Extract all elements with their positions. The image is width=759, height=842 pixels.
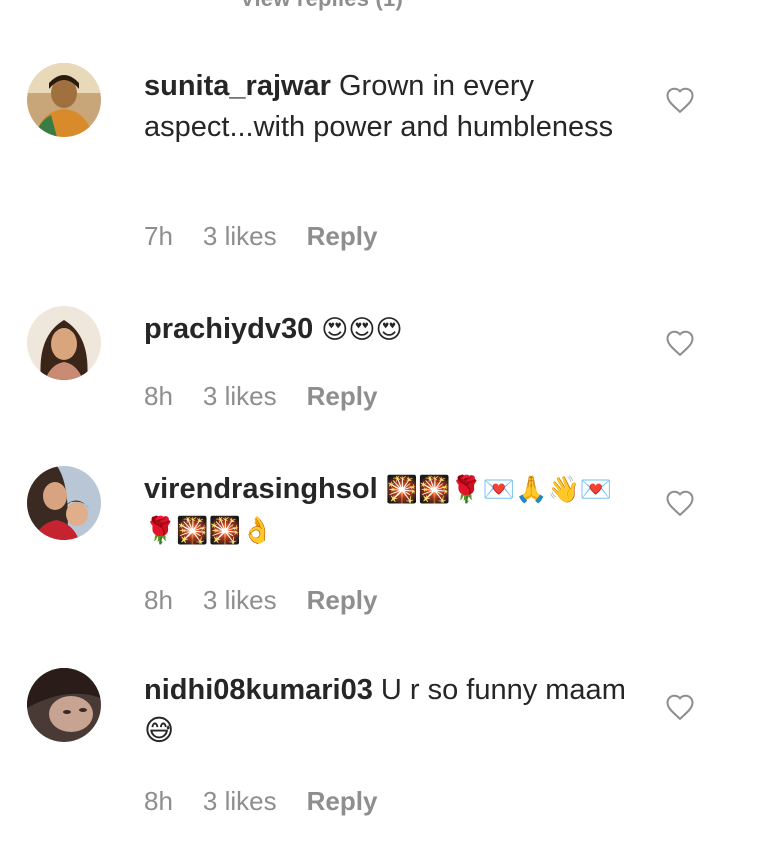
comment-time[interactable]: 7h [144,221,173,251]
comment-likes[interactable]: 3 likes [203,585,277,615]
comment-likes[interactable]: 3 likes [203,221,277,251]
comment-text: nidhi08kumari03 U r so funny maam😅 [144,670,644,752]
comment-text: prachiydv30 😍😍😍 [144,309,644,350]
reply-button[interactable]: Reply [307,786,378,816]
comment-likes[interactable]: 3 likes [203,381,277,411]
comment-username[interactable]: sunita_rajwar [144,70,331,102]
avatar[interactable] [27,306,101,380]
reply-button[interactable]: Reply [307,585,378,615]
avatar[interactable] [27,668,101,742]
comment-meta: 8h 3 likes Reply [144,585,407,616]
avatar[interactable] [27,466,101,540]
heart-icon[interactable] [665,489,695,517]
avatar[interactable] [27,63,101,137]
comment-likes[interactable]: 3 likes [203,786,277,816]
comment-text: virendrasinghsol 🎇🎇🌹💌🙏👋💌🌹🎇🎇👌 [144,469,644,551]
comment-username[interactable]: prachiydv30 [144,313,313,345]
heart-icon[interactable] [665,86,695,114]
comment-body: 😍😍😍 [321,314,403,344]
reply-button[interactable]: Reply [307,381,378,411]
comment-username[interactable]: virendrasinghsol [144,473,378,505]
heart-icon[interactable] [665,329,695,357]
comment-time[interactable]: 8h [144,585,173,615]
comment-meta: 8h 3 likes Reply [144,786,407,817]
comment-username[interactable]: nidhi08kumari03 [144,674,373,706]
comment-time[interactable]: 8h [144,786,173,816]
view-replies-link[interactable]: View replies (1) [240,0,403,12]
comment-text: sunita_rajwar Grown in every aspect...wit… [144,66,644,148]
comment-meta: 7h 3 likes Reply [144,221,407,252]
heart-icon[interactable] [665,693,695,721]
comment-time[interactable]: 8h [144,381,173,411]
reply-button[interactable]: Reply [307,221,378,251]
comment-meta: 8h 3 likes Reply [144,381,407,412]
